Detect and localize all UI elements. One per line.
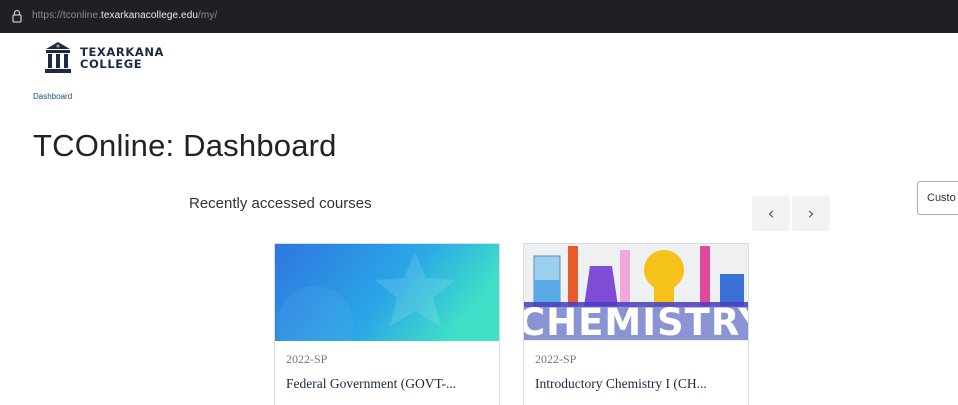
course-term: 2022-SP <box>286 352 328 366</box>
course-card[interactable]: 2022-SP Federal Government (GOVT-... <box>274 243 500 405</box>
breadcrumb-dashboard[interactable]: Dashboard <box>33 92 72 101</box>
course-pager: ‹ › <box>752 196 834 231</box>
chemistry-banner-text: CHEMISTRY <box>524 301 748 341</box>
college-seal-icon <box>45 42 71 73</box>
next-button[interactable]: › <box>792 196 830 231</box>
lock-icon <box>12 9 22 23</box>
url-text[interactable]: https://tconline.texarkanacollege.edu/my… <box>32 10 217 21</box>
course-name-link[interactable]: Introductory Chemistry I (CH... <box>535 376 737 392</box>
course-term: 2022-SP <box>535 352 577 366</box>
chemistry-glassware-image: CHEMISTRY <box>524 244 748 341</box>
recent-courses-heading: Recently accessed courses <box>189 195 372 212</box>
customise-page-button[interactable]: Custo <box>917 181 958 215</box>
course-card[interactable]: CHEMISTRY 2022-SP Introductory Chemistry… <box>523 243 749 405</box>
chevron-right-icon: › <box>807 203 815 224</box>
course-name-link[interactable]: Federal Government (GOVT-... <box>286 376 488 392</box>
chevron-left-icon: ‹ <box>767 203 775 224</box>
logo-text: TEXARKANA COLLEGE <box>80 45 165 71</box>
texarkana-college-logo[interactable]: TEXARKANA COLLEGE <box>42 40 164 76</box>
page-title: TCOnline: Dashboard <box>33 128 337 163</box>
blue-gradient-star-image <box>275 244 499 341</box>
browser-address-bar: https://tconline.texarkanacollege.edu/my… <box>0 0 958 33</box>
course-image[interactable] <box>275 244 499 341</box>
previous-button[interactable]: ‹ <box>752 196 790 231</box>
course-image[interactable]: CHEMISTRY <box>524 244 748 341</box>
